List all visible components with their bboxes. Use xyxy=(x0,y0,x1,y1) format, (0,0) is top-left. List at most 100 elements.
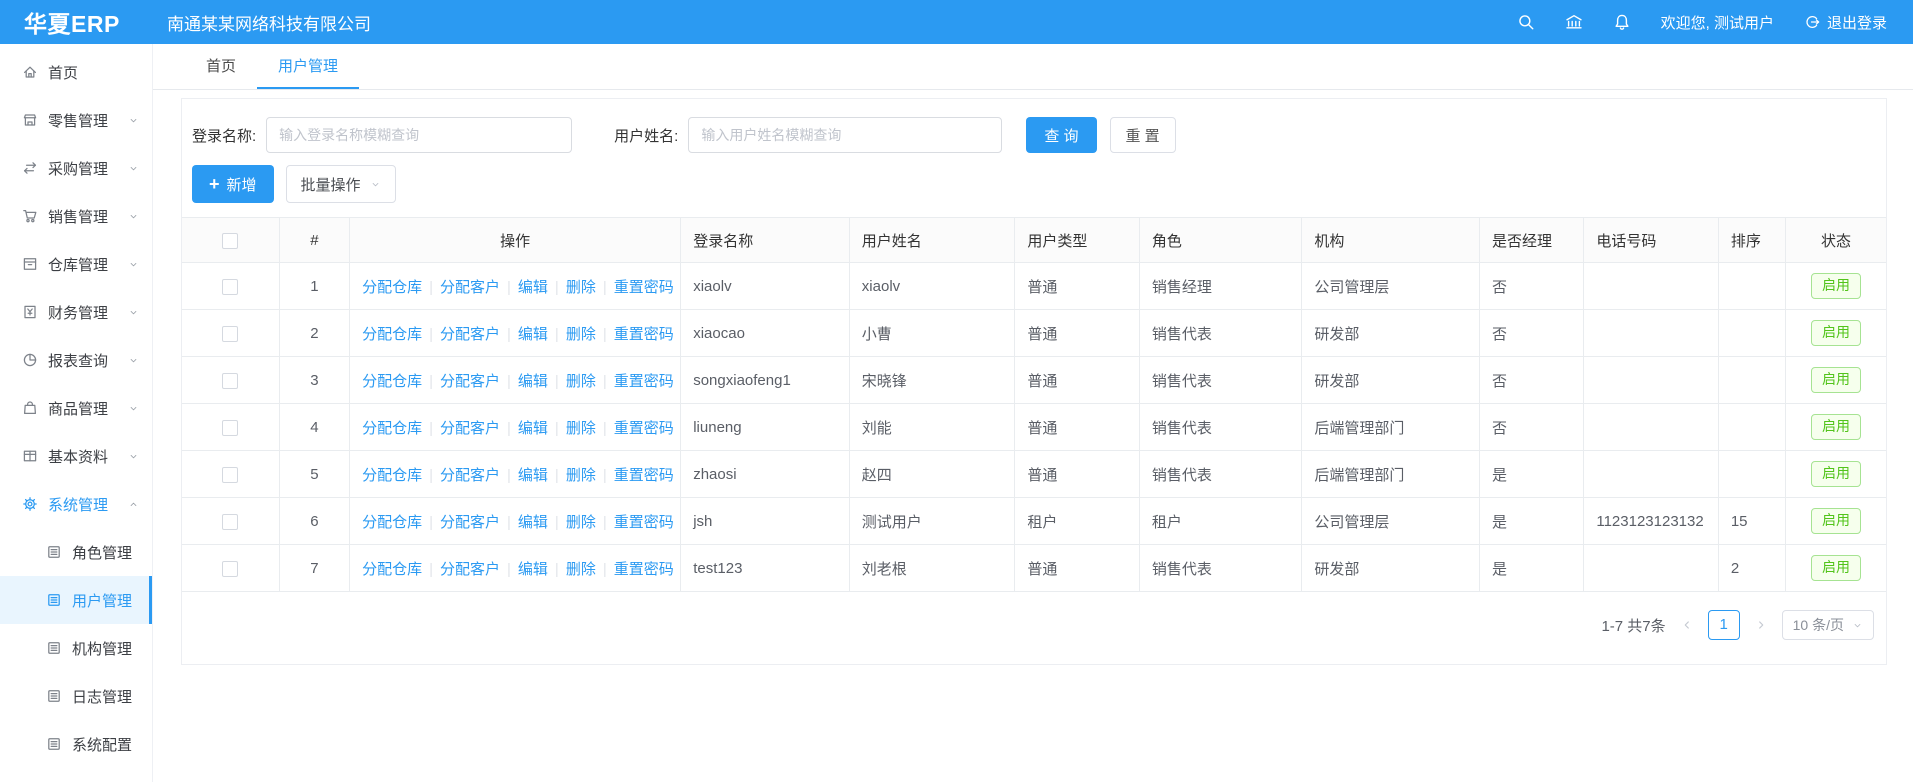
bell-icon[interactable] xyxy=(1613,13,1631,31)
user-name-input[interactable] xyxy=(688,117,1002,153)
search-icon[interactable] xyxy=(1517,13,1535,31)
sidebar-item-home[interactable]: 首页 xyxy=(0,48,152,96)
cell-organization: 后端管理部门 xyxy=(1302,404,1480,451)
status-badge: 启用 xyxy=(1811,508,1861,533)
cell-sort xyxy=(1718,404,1785,451)
row-checkbox[interactable] xyxy=(222,467,238,483)
sidebar-item-label: 首页 xyxy=(48,62,78,83)
delete-link[interactable]: 删除 xyxy=(566,467,596,484)
pagination-prev-button[interactable] xyxy=(1680,618,1694,632)
edit-link[interactable]: 编辑 xyxy=(518,420,548,437)
edit-link[interactable]: 编辑 xyxy=(518,561,548,578)
assign-customer-link[interactable]: 分配客户 xyxy=(440,467,500,484)
sidebar-item-log-management[interactable]: 日志管理 xyxy=(0,672,152,720)
assign-customer-link[interactable]: 分配客户 xyxy=(440,561,500,578)
sidebar-item-warehouse[interactable]: 仓库管理 xyxy=(0,240,152,288)
delete-link[interactable]: 删除 xyxy=(566,514,596,531)
assign-warehouse-link[interactable]: 分配仓库 xyxy=(362,326,422,343)
sidebar-item-purchase[interactable]: 采购管理 xyxy=(0,144,152,192)
assign-warehouse-link[interactable]: 分配仓库 xyxy=(362,373,422,390)
cell-role: 销售代表 xyxy=(1139,545,1302,592)
row-checkbox[interactable] xyxy=(222,561,238,577)
cell-user-type: 普通 xyxy=(1015,545,1139,592)
row-checkbox[interactable] xyxy=(222,420,238,436)
select-all-checkbox[interactable] xyxy=(222,233,238,249)
separator: | xyxy=(555,326,559,343)
delete-link[interactable]: 删除 xyxy=(566,561,596,578)
sidebar-item-user-management[interactable]: 用户管理 xyxy=(0,576,152,624)
reset-password-link[interactable]: 重置密码 xyxy=(614,514,674,531)
sidebar-item-role-management[interactable]: 角色管理 xyxy=(0,528,152,576)
sidebar-item-org-management[interactable]: 机构管理 xyxy=(0,624,152,672)
cell-login-name: liuneng xyxy=(681,404,850,451)
edit-link[interactable]: 编辑 xyxy=(518,467,548,484)
toolbar: + 新增 批量操作 xyxy=(182,165,1886,203)
tab-user-management[interactable]: 用户管理 xyxy=(257,44,359,89)
cell-user-name: 刘能 xyxy=(849,404,1015,451)
login-name-input[interactable] xyxy=(266,117,572,153)
assign-warehouse-link[interactable]: 分配仓库 xyxy=(362,514,422,531)
table-row: 7分配仓库|分配客户|编辑|删除|重置密码test123刘老根普通销售代表研发部… xyxy=(182,545,1886,592)
separator: | xyxy=(555,467,559,484)
platform-icon[interactable] xyxy=(1565,13,1583,31)
sidebar-item-label: 用户管理 xyxy=(72,590,132,611)
cell-phone xyxy=(1584,263,1718,310)
assign-customer-link[interactable]: 分配客户 xyxy=(440,420,500,437)
assign-warehouse-link[interactable]: 分配仓库 xyxy=(362,279,422,296)
tab-home[interactable]: 首页 xyxy=(185,44,257,89)
assign-customer-link[interactable]: 分配客户 xyxy=(440,514,500,531)
cell-index: 1 xyxy=(279,263,349,310)
warehouse-icon xyxy=(22,256,38,272)
cell-login-name: songxiaofeng1 xyxy=(681,357,850,404)
delete-link[interactable]: 删除 xyxy=(566,373,596,390)
sidebar-item-goods[interactable]: 商品管理 xyxy=(0,384,152,432)
batch-operations-button[interactable]: 批量操作 xyxy=(286,165,396,203)
sidebar-item-label: 机构管理 xyxy=(72,638,132,659)
row-checkbox[interactable] xyxy=(222,514,238,530)
assign-warehouse-link[interactable]: 分配仓库 xyxy=(362,420,422,437)
reset-password-link[interactable]: 重置密码 xyxy=(614,420,674,437)
sidebar-item-finance[interactable]: 财务管理 xyxy=(0,288,152,336)
add-button[interactable]: + 新增 xyxy=(192,165,274,203)
pagination-next-button[interactable] xyxy=(1754,618,1768,632)
pagination-page-1[interactable]: 1 xyxy=(1708,610,1740,640)
query-button[interactable]: 查 询 xyxy=(1026,117,1096,153)
reset-button[interactable]: 重 置 xyxy=(1110,117,1176,153)
assign-warehouse-link[interactable]: 分配仓库 xyxy=(362,467,422,484)
row-checkbox[interactable] xyxy=(222,326,238,342)
status-badge: 启用 xyxy=(1811,320,1861,345)
delete-link[interactable]: 删除 xyxy=(566,326,596,343)
sidebar-item-sales[interactable]: 销售管理 xyxy=(0,192,152,240)
row-checkbox[interactable] xyxy=(222,279,238,295)
page-size-select[interactable]: 10 条/页 xyxy=(1782,610,1874,640)
reset-password-link[interactable]: 重置密码 xyxy=(614,467,674,484)
cell-sort xyxy=(1718,357,1785,404)
sidebar-item-basic-data[interactable]: 基本资料 xyxy=(0,432,152,480)
delete-link[interactable]: 删除 xyxy=(566,279,596,296)
separator: | xyxy=(507,467,511,484)
assign-customer-link[interactable]: 分配客户 xyxy=(440,373,500,390)
chevron-down-icon xyxy=(128,403,139,414)
edit-link[interactable]: 编辑 xyxy=(518,514,548,531)
row-checkbox[interactable] xyxy=(222,373,238,389)
sidebar-item-report[interactable]: 报表查询 xyxy=(0,336,152,384)
edit-link[interactable]: 编辑 xyxy=(518,279,548,296)
edit-link[interactable]: 编辑 xyxy=(518,326,548,343)
sidebar-item-system[interactable]: 系统管理 xyxy=(0,480,152,528)
cell-sort xyxy=(1718,451,1785,498)
sidebar-item-retail[interactable]: 零售管理 xyxy=(0,96,152,144)
logout-button[interactable]: 退出登录 xyxy=(1804,12,1887,33)
reset-password-link[interactable]: 重置密码 xyxy=(614,561,674,578)
sidebar-item-system-config[interactable]: 系统配置 xyxy=(0,720,152,768)
reset-password-link[interactable]: 重置密码 xyxy=(614,326,674,343)
assign-warehouse-link[interactable]: 分配仓库 xyxy=(362,561,422,578)
separator: | xyxy=(429,420,433,437)
edit-link[interactable]: 编辑 xyxy=(518,373,548,390)
cell-phone xyxy=(1584,404,1718,451)
delete-link[interactable]: 删除 xyxy=(566,420,596,437)
assign-customer-link[interactable]: 分配客户 xyxy=(440,279,500,296)
reset-password-link[interactable]: 重置密码 xyxy=(614,279,674,296)
reset-password-link[interactable]: 重置密码 xyxy=(614,373,674,390)
column-header-user-name: 用户姓名 xyxy=(849,218,1015,263)
assign-customer-link[interactable]: 分配客户 xyxy=(440,326,500,343)
